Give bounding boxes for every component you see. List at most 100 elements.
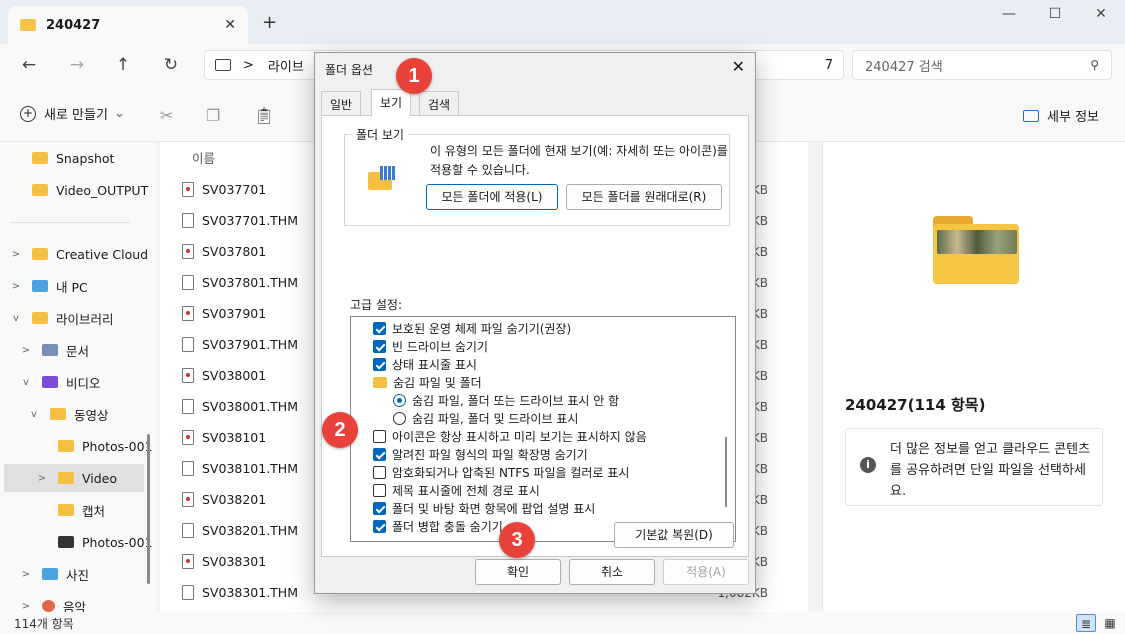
tiles-view-icon[interactable]: ▦ xyxy=(1100,614,1120,632)
close-button[interactable]: ✕ xyxy=(1086,6,1116,22)
apply-to-folders-button[interactable]: 모든 폴더에 적용(L) xyxy=(426,184,558,210)
sidebar-item-video[interactable]: > Video xyxy=(4,464,144,492)
setting-label: 암호화되거나 압축된 NTFS 파일을 컬러로 표시 xyxy=(392,465,630,480)
step-badge-1: 1 xyxy=(396,58,432,94)
chevron-right-icon[interactable]: > xyxy=(10,249,22,260)
video-file-icon xyxy=(182,182,194,197)
restore-defaults-button[interactable]: 기본값 복원(D) xyxy=(614,522,734,548)
setting-item[interactable]: 빈 드라이브 숨기기 xyxy=(373,337,488,355)
setting-item[interactable]: 아이콘은 항상 표시하고 미리 보기는 표시하지 않음 xyxy=(373,427,647,445)
up-button[interactable]: ↑ xyxy=(108,52,138,78)
tab-240427[interactable]: 240427 ✕ xyxy=(8,6,248,44)
checkbox[interactable] xyxy=(373,501,386,515)
maximize-button[interactable]: ☐ xyxy=(1040,6,1070,22)
setting-item[interactable]: 숨김 파일, 폴더 및 드라이브 표시 xyxy=(393,409,578,427)
file-name: SV037801.THM xyxy=(202,275,298,290)
sidebar-scrollbar[interactable] xyxy=(147,434,150,584)
folder-icon xyxy=(32,184,48,196)
setting-label: 아이콘은 항상 표시하고 미리 보기는 표시하지 않음 xyxy=(392,429,647,444)
chevron-down-icon[interactable]: v xyxy=(10,313,22,324)
setting-item[interactable]: 알려진 파일 형식의 파일 확장명 숨기기 xyxy=(373,445,588,463)
sidebar-item-label: 비디오 xyxy=(66,375,101,391)
info-text: 더 많은 정보를 얻고 클라우드 콘텐츠를 공유하려면 단일 파일을 선택하세요… xyxy=(890,442,1091,499)
settings-scrollbar[interactable] xyxy=(725,437,727,507)
dialog-title: 폴더 옵션 xyxy=(325,63,373,77)
forward-button[interactable]: → xyxy=(62,52,92,78)
radio-button[interactable] xyxy=(393,393,406,407)
sidebar-item-this-pc[interactable]: > 내 PC xyxy=(10,272,88,300)
checkbox[interactable] xyxy=(373,483,386,497)
cut-icon[interactable]: ✂ xyxy=(160,106,173,125)
dialog-close-icon[interactable]: ✕ xyxy=(732,57,745,76)
details-label: 세부 정보 xyxy=(1047,110,1099,125)
new-tab-button[interactable]: + xyxy=(262,12,277,33)
details-pane-icon xyxy=(1023,109,1040,122)
file-name: SV037901.THM xyxy=(202,337,298,352)
paste-icon[interactable]: 📋︎ xyxy=(254,106,274,125)
sidebar-item-movies[interactable]: v 동영상 xyxy=(28,400,108,428)
refresh-button[interactable]: ↻ xyxy=(156,52,186,78)
checkbox[interactable] xyxy=(373,429,386,443)
chevron-down-icon: ⌄ xyxy=(113,106,125,121)
chevron-right-icon[interactable]: > xyxy=(20,569,32,580)
chevron-right-icon[interactable]: > xyxy=(20,345,32,356)
sidebar-item-video-output[interactable]: Video_OUTPUT xyxy=(10,176,148,204)
file-icon xyxy=(182,337,194,352)
chevron-down-icon[interactable]: v xyxy=(28,409,40,420)
search-input[interactable]: 240427 검색 ⚲ xyxy=(852,50,1112,80)
reset-folders-button[interactable]: 모든 폴더를 원래대로(R) xyxy=(566,184,722,210)
sidebar-item-pictures[interactable]: > 사진 xyxy=(20,560,89,588)
setting-item[interactable]: 상태 표시줄 표시 xyxy=(373,355,477,373)
chevron-right-icon[interactable]: > xyxy=(10,281,22,292)
checkbox[interactable] xyxy=(373,339,386,353)
tab-search[interactable]: 검색 xyxy=(419,91,460,115)
chevron-down-icon[interactable]: v xyxy=(20,377,32,388)
chevron-right-icon[interactable]: > xyxy=(36,473,48,484)
info-message: i 더 많은 정보를 얻고 클라우드 콘텐츠를 공유하려면 단일 파일을 선택하… xyxy=(845,428,1103,506)
tab-close-icon[interactable]: ✕ xyxy=(224,17,236,33)
item-count: 114개 항목 xyxy=(14,617,74,631)
radio-button[interactable] xyxy=(393,411,406,425)
setting-item[interactable]: 보호된 운영 체제 파일 숨기기(권장) xyxy=(373,319,571,337)
minimize-button[interactable]: — xyxy=(994,6,1024,22)
checkbox[interactable] xyxy=(373,321,386,335)
checkbox[interactable] xyxy=(373,447,386,461)
sidebar-item-creative-cloud[interactable]: > Creative Cloud xyxy=(10,240,148,268)
checkbox[interactable] xyxy=(373,465,386,479)
file-name: SV038001 xyxy=(202,368,267,383)
ok-button[interactable]: 확인 xyxy=(475,559,561,585)
back-button[interactable]: ← xyxy=(14,52,44,78)
video-file-icon xyxy=(182,554,194,569)
tab-view[interactable]: 보기 xyxy=(371,89,412,116)
column-header-name[interactable]: 이름 xyxy=(192,148,215,167)
apply-button[interactable]: 적용(A) xyxy=(663,559,749,585)
copy-icon[interactable]: ❐ xyxy=(206,106,220,125)
breadcrumb-item[interactable]: 라이브 xyxy=(268,56,304,75)
setting-item[interactable]: 제목 표시줄에 전체 경로 표시 xyxy=(373,481,540,499)
advanced-settings-list: 보호된 운영 체제 파일 숨기기(권장) 빈 드라이브 숨기기 상태 표시줄 표시숨… xyxy=(350,316,736,542)
video-file-icon xyxy=(182,306,194,321)
new-button[interactable]: + 새로 만들기 ⌄ xyxy=(20,104,125,123)
setting-item[interactable]: 폴더 및 바탕 화면 항목에 팝업 설명 표시 xyxy=(373,499,595,517)
checkbox[interactable] xyxy=(373,357,386,371)
sidebar-item-music[interactable]: > 음악 xyxy=(20,592,86,612)
setting-item[interactable]: 숨김 파일, 폴더 또는 드라이브 표시 안 함 xyxy=(393,391,619,409)
sidebar-item-libraries[interactable]: v 라이브러리 xyxy=(10,304,113,332)
tab-general[interactable]: 일반 xyxy=(321,91,362,115)
setting-item[interactable]: 암호화되거나 압축된 NTFS 파일을 컬러로 표시 xyxy=(373,463,629,481)
setting-label: 숨김 파일 및 폴더 xyxy=(393,375,482,390)
chevron-right-icon[interactable]: > xyxy=(20,601,32,612)
sidebar-item-documents[interactable]: > 문서 xyxy=(20,336,89,364)
details-view-icon[interactable]: ≣ xyxy=(1076,614,1096,632)
sidebar-item-photos-001[interactable]: Photos-001 xyxy=(36,432,153,460)
sidebar-item-snapshot[interactable]: Snapshot xyxy=(10,144,114,172)
setting-item[interactable]: 폴더 병합 충돌 숨기기 xyxy=(373,517,503,535)
library-icon xyxy=(32,312,48,324)
details-pane-button[interactable]: 세부 정보 xyxy=(1023,106,1099,125)
checkbox[interactable] xyxy=(373,519,386,533)
setting-item[interactable]: 숨김 파일 및 폴더 xyxy=(373,373,482,391)
sidebar-item-capture[interactable]: 캡처 xyxy=(36,496,105,524)
sidebar-item-videos[interactable]: v 비디오 xyxy=(20,368,101,396)
cancel-button[interactable]: 취소 xyxy=(569,559,655,585)
sidebar-item-photos-zip[interactable]: Photos-001 xyxy=(36,528,153,556)
